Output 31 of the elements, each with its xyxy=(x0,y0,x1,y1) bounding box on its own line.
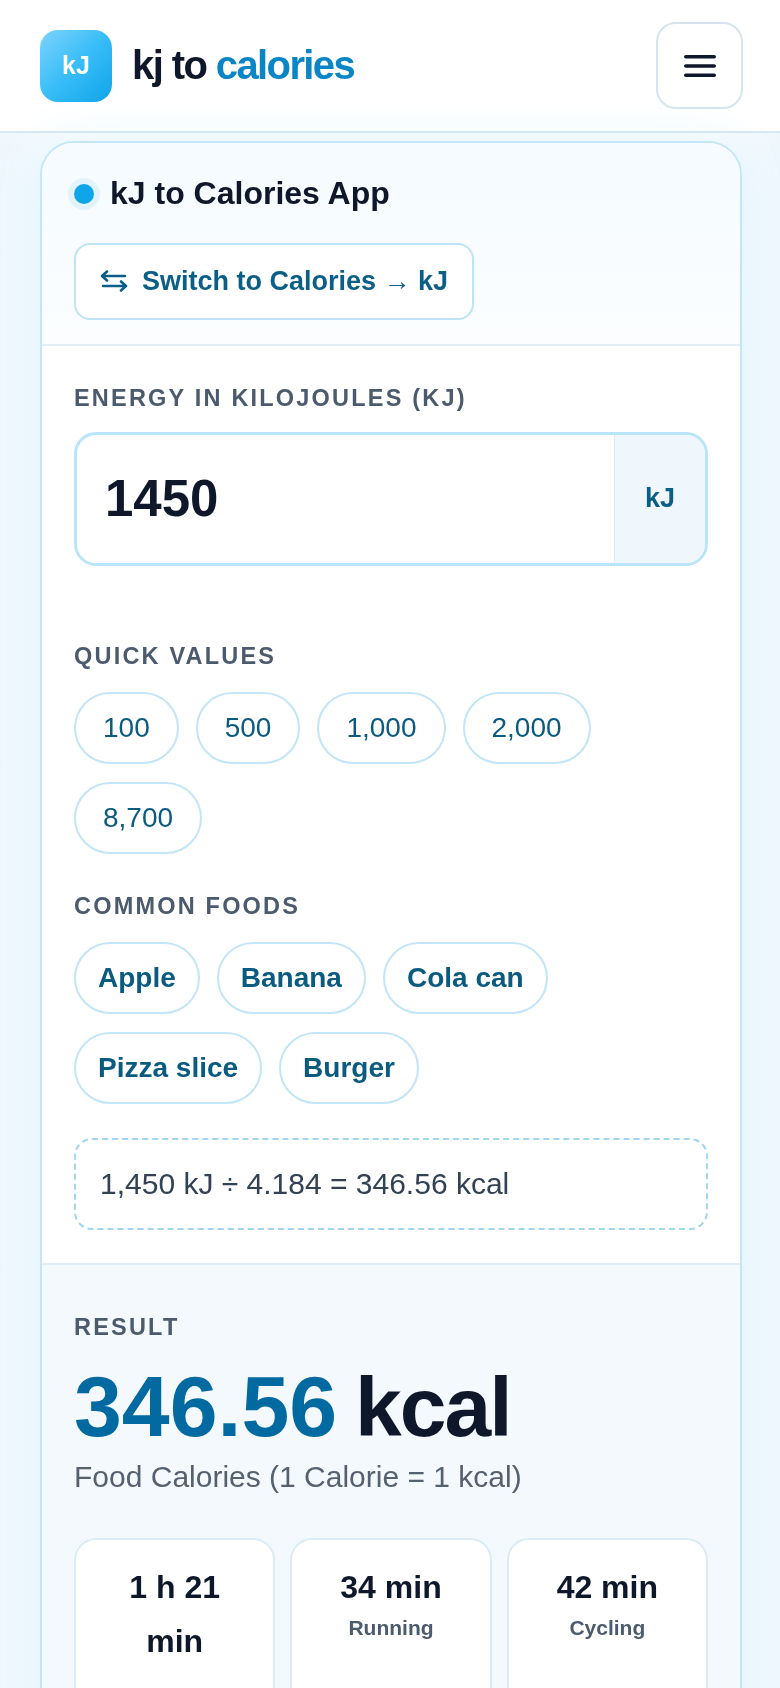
food-chip[interactable]: Banana xyxy=(216,942,366,1015)
field-label: ENERGY IN KILOJOULES (KJ) xyxy=(74,383,468,412)
result-note: Food Calories (1 Calorie = 1 kcal) xyxy=(74,1459,523,1494)
menu-icon xyxy=(683,54,716,77)
quick-value-chip[interactable]: 100 xyxy=(74,691,179,764)
food-chip[interactable]: Cola can xyxy=(382,942,548,1015)
quick-value-chip[interactable]: 2,000 xyxy=(462,691,591,764)
quick-value-chip[interactable]: 500 xyxy=(195,691,301,764)
section-label: COMMON FOODS xyxy=(74,891,302,921)
unit-suffix: kJ xyxy=(614,434,705,563)
activity-name: Cycling xyxy=(568,1615,647,1640)
result-unit: kcal xyxy=(355,1361,511,1454)
swap-arrows-icon xyxy=(100,270,128,293)
activity-time: 34 min xyxy=(339,1567,443,1607)
activity-name: Running xyxy=(347,1615,435,1640)
food-chip[interactable]: Apple xyxy=(74,942,200,1015)
energy-input-field[interactable]: 1450 kJ xyxy=(74,431,708,566)
food-chip[interactable]: Pizza slice xyxy=(74,1032,263,1105)
formula-box: 1,450 kJ ÷ 4.184 = 346.56 kcal xyxy=(74,1138,708,1231)
activity-time: 1 h 21 min xyxy=(128,1567,221,1661)
activity-time: 42 min xyxy=(555,1567,659,1607)
card-title: kJ to Calories App xyxy=(110,174,390,213)
section-label: QUICK VALUES xyxy=(74,641,278,670)
food-chip[interactable]: Burger xyxy=(279,1032,419,1105)
switch-button[interactable]: Switch to Calories → kJ xyxy=(74,242,475,320)
menu-button[interactable] xyxy=(656,22,743,109)
brand-name[interactable]: kj to calories xyxy=(132,43,355,88)
quick-value-chip[interactable]: 8,700 xyxy=(74,781,203,854)
result-label: RESULT xyxy=(74,1313,181,1342)
quick-value-chip[interactable]: 1,000 xyxy=(317,691,446,764)
result-value: 346.56 xyxy=(74,1359,338,1454)
